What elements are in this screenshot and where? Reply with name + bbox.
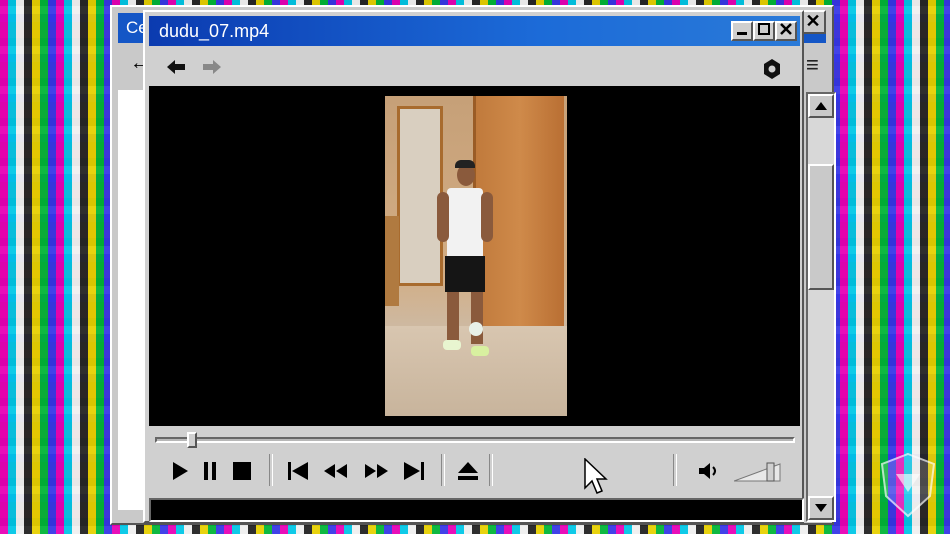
close-icon <box>780 23 792 35</box>
volume-slider[interactable] <box>734 462 786 482</box>
fast-forward-button[interactable] <box>363 458 389 484</box>
settings-button[interactable] <box>761 58 783 84</box>
skip-back-icon <box>288 462 308 480</box>
chevron-up-icon <box>815 102 827 110</box>
watermark-logo <box>880 452 936 518</box>
playback-controls <box>149 452 800 490</box>
background-window-scrollbar[interactable] <box>806 92 836 522</box>
media-player-window: dudu_07.mp4 <box>143 10 804 523</box>
eject-button[interactable] <box>455 458 481 484</box>
video-frame <box>385 96 567 416</box>
hamburger-icon[interactable]: ≡ <box>806 52 819 78</box>
skip-back-button[interactable] <box>285 458 311 484</box>
separator <box>673 454 677 486</box>
close-icon: ✕ <box>805 11 821 31</box>
scroll-up-button[interactable] <box>808 94 834 118</box>
back-button[interactable] <box>165 58 187 80</box>
rewind-icon <box>324 464 347 478</box>
arrow-left-icon <box>167 60 185 74</box>
play-icon <box>173 462 188 480</box>
skip-forward-icon <box>404 462 424 480</box>
chevron-down-icon <box>815 504 827 512</box>
player-title: dudu_07.mp4 <box>159 21 270 41</box>
volume-button[interactable] <box>697 458 723 484</box>
volume-knob[interactable] <box>766 462 775 482</box>
gear-icon <box>764 59 780 79</box>
status-bar <box>149 498 804 522</box>
seek-bar[interactable] <box>155 437 795 443</box>
navigation-toolbar <box>149 52 800 86</box>
volume-icon <box>699 463 716 479</box>
mouse-cursor-icon <box>584 458 608 494</box>
scroll-down-button[interactable] <box>808 496 834 520</box>
maximize-icon <box>758 23 770 35</box>
minimize-icon <box>737 32 747 35</box>
close-button[interactable] <box>775 21 797 41</box>
eject-icon <box>458 462 478 480</box>
player-titlebar[interactable]: dudu_07.mp4 <box>149 16 800 46</box>
separator <box>489 454 493 486</box>
pause-button[interactable] <box>197 458 223 484</box>
fast-forward-icon <box>365 464 388 478</box>
forward-button[interactable] <box>201 58 223 80</box>
pause-icon <box>204 462 216 480</box>
stop-icon <box>233 462 251 480</box>
separator <box>441 454 445 486</box>
video-viewport[interactable] <box>149 86 800 426</box>
stop-button[interactable] <box>229 458 255 484</box>
maximize-button[interactable] <box>753 21 775 41</box>
skip-forward-button[interactable] <box>401 458 427 484</box>
separator <box>269 454 273 486</box>
scrollbar-thumb[interactable] <box>808 164 834 290</box>
arrow-right-icon <box>203 60 221 74</box>
rewind-button[interactable] <box>323 458 349 484</box>
minimize-button[interactable] <box>731 21 753 41</box>
seek-thumb[interactable] <box>186 432 197 448</box>
play-button[interactable] <box>167 458 193 484</box>
